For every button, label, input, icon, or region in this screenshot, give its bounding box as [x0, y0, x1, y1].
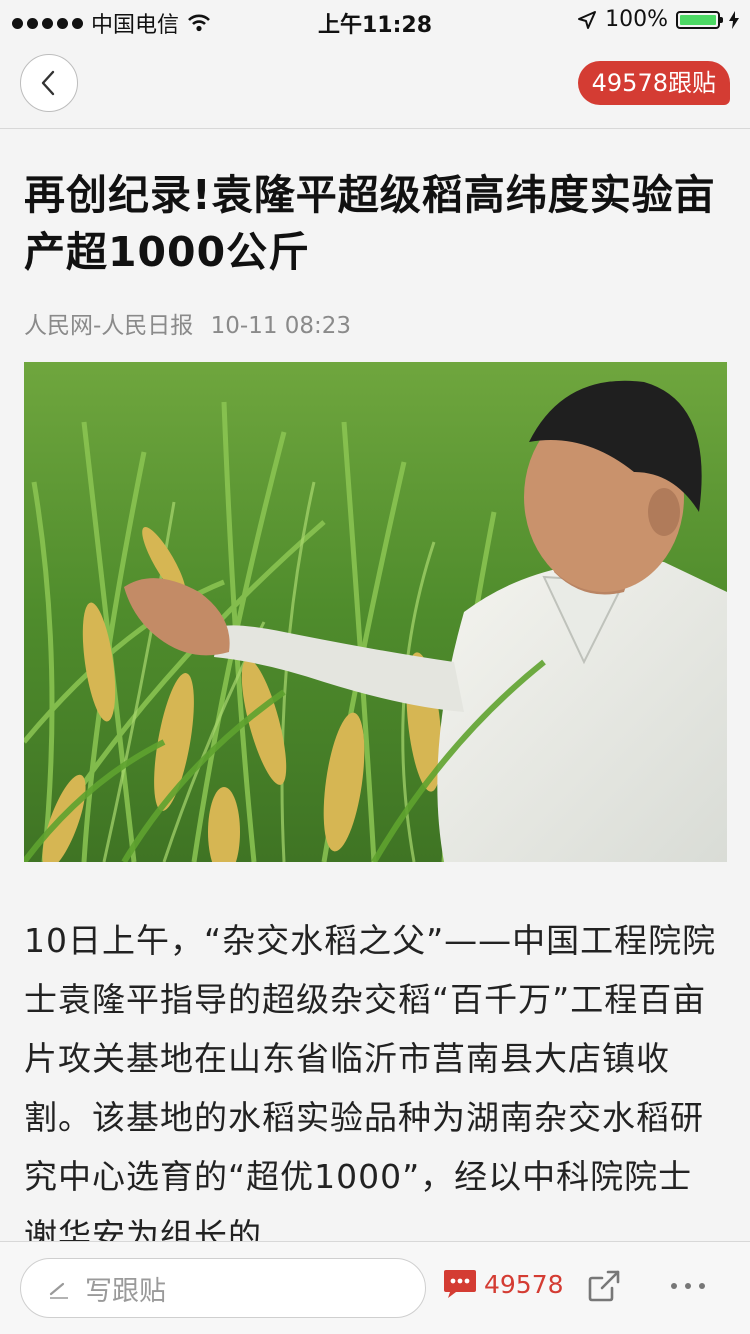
article-headline: 再创纪录!袁隆平超级稻高纬度实验亩产超1000公斤	[24, 171, 716, 276]
nav-bar: 49578跟贴	[0, 40, 750, 129]
more-icon[interactable]	[668, 1268, 708, 1304]
write-comment-input[interactable]: 写跟贴	[20, 1258, 426, 1318]
battery-percent: 100%	[605, 7, 668, 32]
article-source: 人民网-人民日报	[24, 313, 194, 339]
comment-count-label: 49578	[484, 1269, 564, 1299]
article-meta: 人民网-人民日报 10-11 08:23	[24, 306, 726, 340]
article: 再创纪录!袁隆平超级稻高纬度实验亩产超1000公斤 人民网-人民日报 10-11…	[24, 129, 727, 1265]
article-photo[interactable]	[24, 362, 727, 862]
status-right: 100%	[577, 7, 740, 32]
location-arrow-icon	[578, 10, 597, 29]
back-button[interactable]	[20, 54, 78, 112]
back-chevron-icon	[41, 70, 55, 96]
pencil-icon	[49, 1282, 68, 1299]
comment-count-badge[interactable]: 49578跟贴	[577, 61, 730, 105]
status-bar: 中国电信 上午11:28 100%	[0, 0, 750, 40]
battery-icon	[676, 10, 723, 29]
share-icon[interactable]	[586, 1268, 622, 1304]
charging-icon	[729, 10, 739, 29]
bottom-toolbar: 写跟贴 49578	[0, 1241, 750, 1334]
rice-field-photo	[24, 362, 727, 862]
article-date: 10-11 08:23	[210, 313, 352, 339]
comment-bubble-icon	[444, 1270, 476, 1298]
write-comment-placeholder: 写跟贴	[85, 1275, 166, 1307]
article-body: 10日上午，“杂交水稻之父”——中国工程院院士袁隆平指导的超级杂交稻“百千万”工…	[24, 921, 717, 1255]
comment-count-button[interactable]: 49578	[442, 1268, 564, 1300]
